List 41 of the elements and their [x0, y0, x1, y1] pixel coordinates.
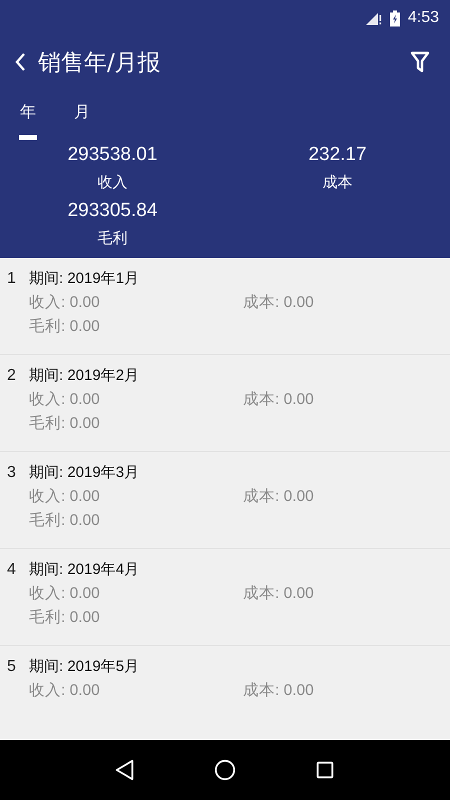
filter-icon[interactable]	[410, 51, 430, 73]
back-nav-icon[interactable]	[114, 759, 136, 781]
period-label: 期间: 2019年1月	[29, 269, 140, 288]
period-tab[interactable]: 月	[73, 102, 91, 140]
income-text: 收入: 0.00	[29, 293, 101, 313]
battery-icon	[390, 10, 400, 26]
row-number: 5	[7, 658, 17, 676]
summary-value: 293305.84	[68, 200, 158, 222]
income-text: 收入: 0.00	[29, 681, 101, 701]
period-label: 期间: 2019年5月	[29, 657, 140, 676]
back-icon[interactable]	[14, 52, 26, 72]
cost-text: 成本: 0.00	[243, 681, 315, 701]
row-number: 3	[7, 464, 17, 482]
summary-value: 232.17	[308, 144, 367, 166]
home-icon[interactable]	[214, 759, 236, 781]
period-tab[interactable]: 年	[19, 102, 37, 140]
row-number: 1	[7, 270, 17, 288]
income-text: 收入: 0.00	[29, 584, 101, 604]
summary-value: 293538.01	[68, 144, 158, 166]
screen-title: 销售年/月报	[38, 48, 162, 78]
cost-text: 成本: 0.00	[243, 390, 315, 410]
summary-label: 收入	[98, 173, 128, 192]
row-number: 4	[7, 561, 17, 579]
status-time: 4:53	[408, 9, 439, 27]
gross-profit-text: 毛利: 0.00	[29, 608, 101, 628]
cost-text: 成本: 0.00	[243, 584, 315, 604]
gross-profit-text: 毛利: 0.00	[29, 317, 101, 337]
summary-label: 毛利	[98, 229, 128, 248]
gross-profit-text: 毛利: 0.00	[29, 414, 101, 434]
signal-icon	[366, 11, 382, 25]
period-label: 期间: 2019年3月	[29, 463, 140, 482]
summary-label: 成本	[322, 173, 352, 192]
period-label: 期间: 2019年2月	[29, 366, 140, 385]
income-text: 收入: 0.00	[29, 487, 101, 507]
row-number: 2	[7, 367, 17, 385]
recents-icon[interactable]	[314, 759, 336, 781]
gross-profit-text: 毛利: 0.00	[29, 511, 101, 531]
cost-text: 成本: 0.00	[243, 293, 315, 313]
period-label: 期间: 2019年4月	[29, 560, 140, 579]
income-text: 收入: 0.00	[29, 390, 101, 410]
cost-text: 成本: 0.00	[243, 487, 315, 507]
